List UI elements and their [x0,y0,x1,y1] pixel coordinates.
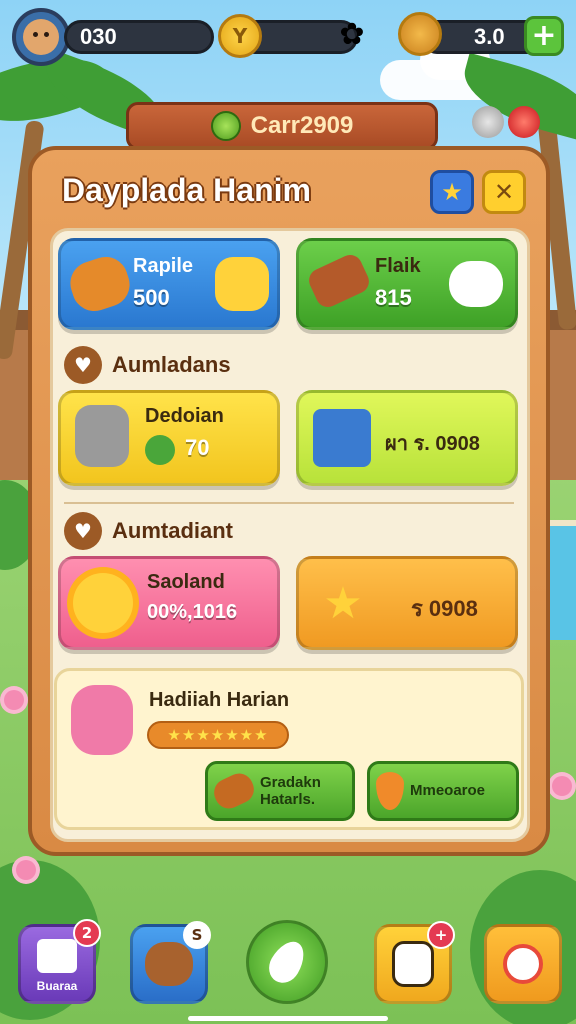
flower-icon[interactable]: ✿ [330,12,374,56]
bear-icon [145,942,193,986]
flower [16,860,36,880]
fox-icon [23,19,59,55]
panda-icon [392,941,434,987]
bread-icon [209,768,259,814]
player-avatar[interactable] [12,8,70,66]
top-hud: 030 Y ✿ 3.0 + [0,0,576,80]
card-flaik[interactable]: Flaik 815 [296,238,518,330]
home-indicator[interactable] [188,1016,388,1021]
card-title: Flaik [375,255,421,277]
card-rapile[interactable]: Rapile 500 [58,238,280,330]
section-label: Aumladans [112,352,231,377]
dog-icon [503,944,543,984]
star-button[interactable]: ★ [430,170,474,214]
daily-reward: Hadiiah Harian ★★★★★★★ Gradakn Hatarls. … [54,668,524,830]
section-header-1: ♥ Aumladans [64,346,231,384]
card-title: Dedoian [145,405,224,427]
card-title: Rapile [133,255,194,277]
card-wood-star[interactable]: ★ ร 0908 [296,556,518,650]
reward-button-label: Gradakn Hatarls. [260,773,321,808]
rating-stars: ★★★★★★★ [147,721,289,749]
apple-icon [145,435,175,465]
notification-badge: S [183,921,211,949]
nut-value: 3.0 [474,24,505,49]
notification-badge: 2 [73,919,101,947]
level-value: 030 [80,24,117,49]
card-saoland[interactable]: Saoland 00%,1016 [58,556,280,650]
bunny-icon [71,685,133,755]
coin-icon[interactable]: Y [218,14,262,58]
card-title: Saoland [147,571,225,593]
add-currency-button[interactable]: + [524,16,564,56]
seed-icon [210,111,241,141]
nav-leaf[interactable] [246,920,328,1004]
nav-panda[interactable]: + [374,921,455,1004]
flower [4,690,24,710]
walnut-icon [398,12,442,56]
section-header-2: ♥ Aumtadiant [64,512,233,550]
vacuum-icon [75,405,129,467]
banner-label: Carr2909 [250,112,354,139]
nav-house[interactable]: Buaraa 2 [18,919,101,1004]
duck-icon [215,257,269,311]
nav-dog[interactable] [484,924,562,1004]
card-dedoian[interactable]: Dedoian 70 [58,390,280,486]
reward-button-1[interactable]: Gradakn Hatarls. [205,761,355,821]
heart-icon: ♥ [64,512,102,550]
divider [64,502,514,504]
house-icon [37,939,77,973]
cloud-icon [449,261,503,307]
add-badge: + [427,921,455,949]
leaf-icon [263,935,311,989]
red-orb-icon [508,106,540,138]
card-value: ร 0908 [411,596,478,621]
reward-button-label: Mmeoaroe [410,782,486,800]
card-value: 815 [375,285,412,310]
card-value: 70 [185,435,210,460]
currency-banner: Carr2909 [126,102,438,150]
panel-title: Dayplada Hanim [62,172,311,208]
nav-bear[interactable]: S [130,921,211,1004]
card-value: 500 [133,285,170,310]
wood-star-icon: ★ [323,577,363,629]
card-value: ผา ร. 0908 [385,433,480,455]
carrot-icon [376,772,404,810]
log-icon [305,251,373,311]
reward-button-2[interactable]: Mmeoaroe [367,761,519,821]
card-value: 00%,1016 [147,601,238,623]
book-icon [313,409,371,467]
heart-icon: ♥ [64,346,102,384]
flower [552,776,572,796]
section-label: Aumtadiant [112,518,233,543]
silver-orb-icon [472,106,504,138]
card-book[interactable]: ผา ร. 0908 [296,390,518,486]
nav-label: Buaraa [36,979,78,993]
bread-icon [64,251,136,317]
close-button[interactable]: ✕ [482,170,526,214]
sun-icon [73,573,133,633]
reward-title: Hadiiah Harian [149,689,290,711]
